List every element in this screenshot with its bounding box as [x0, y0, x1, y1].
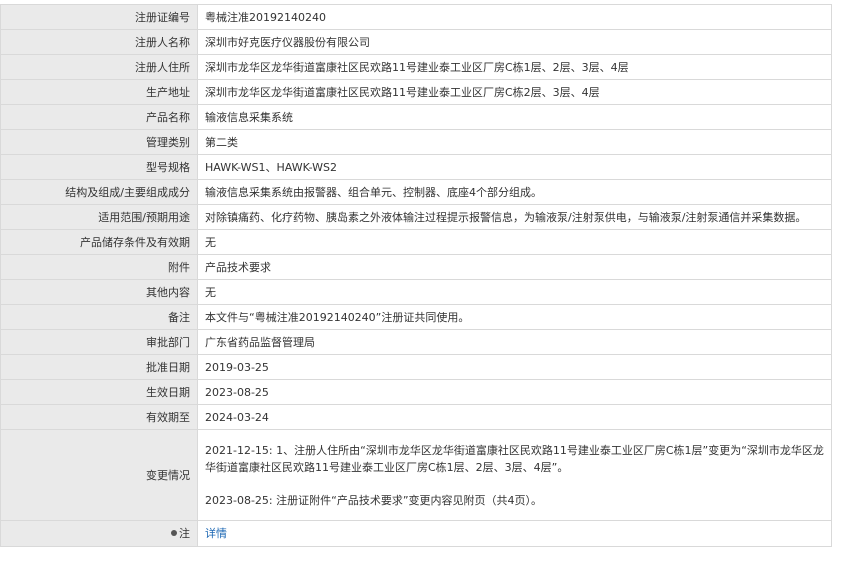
row-model-spec: 型号规格 HAWK-WS1、HAWK-WS2	[0, 154, 832, 180]
row-registrant-name: 注册人名称 深圳市好克医疗仪器股份有限公司	[0, 29, 832, 55]
row-note: 注 详情	[0, 520, 832, 547]
row-intended-use: 适用范围/预期用途 对除镇痛药、化疗药物、胰岛素之外液体输注过程提示报警信息，为…	[0, 204, 832, 230]
row-expiry-date: 有效期至 2024-03-24	[0, 404, 832, 430]
row-structure-composition: 结构及组成/主要组成成分 输液信息采集系统由报警器、组合单元、控制器、底座4个部…	[0, 179, 832, 205]
row-label: 生效日期	[0, 379, 198, 405]
row-production-address: 生产地址 深圳市龙华区龙华街道富康社区民欢路11号建业泰工业区厂房C栋2层、3层…	[0, 79, 832, 105]
row-label: 备注	[0, 304, 198, 330]
row-label: 适用范围/预期用途	[0, 204, 198, 230]
row-approval-department: 审批部门 广东省药品监督管理局	[0, 329, 832, 355]
row-change-history: 变更情况 2021-12-15: 1、注册人住所由“深圳市龙华区龙华街道富康社区…	[0, 429, 832, 521]
row-product-name: 产品名称 输液信息采集系统	[0, 104, 832, 130]
row-storage-validity: 产品储存条件及有效期 无	[0, 229, 832, 255]
row-label: 生产地址	[0, 79, 198, 105]
row-label: 附件	[0, 254, 198, 280]
details-link[interactable]: 详情	[205, 527, 227, 540]
row-value: 输液信息采集系统	[197, 104, 832, 130]
row-registration-number: 注册证编号 粤械注准20192140240	[0, 4, 832, 30]
row-value: 广东省药品监督管理局	[197, 329, 832, 355]
row-attachment: 附件 产品技术要求	[0, 254, 832, 280]
note-label: 注	[179, 527, 190, 540]
row-value: 2023-08-25	[197, 379, 832, 405]
row-value: 详情	[197, 520, 832, 547]
row-label: 注	[0, 520, 198, 547]
row-value: 粤械注准20192140240	[197, 4, 832, 30]
row-label: 产品名称	[0, 104, 198, 130]
row-label: 产品储存条件及有效期	[0, 229, 198, 255]
row-value: 深圳市龙华区龙华街道富康社区民欢路11号建业泰工业区厂房C栋2层、3层、4层	[197, 79, 832, 105]
change-history-content: 2021-12-15: 1、注册人住所由“深圳市龙华区龙华街道富康社区民欢路11…	[197, 429, 832, 521]
row-label: 管理类别	[0, 129, 198, 155]
change-entry: 2021-12-15: 1、注册人住所由“深圳市龙华区龙华街道富康社区民欢路11…	[205, 443, 824, 474]
row-value: HAWK-WS1、HAWK-WS2	[197, 154, 832, 180]
row-value: 对除镇痛药、化疗药物、胰岛素之外液体输注过程提示报警信息，为输液泵/注射泵供电，…	[197, 204, 832, 230]
registration-info-table: 注册证编号 粤械注准20192140240 注册人名称 深圳市好克医疗仪器股份有…	[0, 4, 832, 547]
row-label: 注册人名称	[0, 29, 198, 55]
row-value: 2024-03-24	[197, 404, 832, 430]
row-management-class: 管理类别 第二类	[0, 129, 832, 155]
row-remarks: 备注 本文件与“粤械注准20192140240”注册证共同使用。	[0, 304, 832, 330]
row-value: 深圳市好克医疗仪器股份有限公司	[197, 29, 832, 55]
row-approval-date: 批准日期 2019-03-25	[0, 354, 832, 380]
row-other-content: 其他内容 无	[0, 279, 832, 305]
row-value: 本文件与“粤械注准20192140240”注册证共同使用。	[197, 304, 832, 330]
row-value: 无	[197, 279, 832, 305]
change-entry: 2023-08-25: 注册证附件“产品技术要求”变更内容见附页（共4页）。	[205, 493, 543, 507]
row-value: 2019-03-25	[197, 354, 832, 380]
row-label: 变更情况	[0, 429, 198, 521]
row-label: 有效期至	[0, 404, 198, 430]
row-value: 深圳市龙华区龙华街道富康社区民欢路11号建业泰工业区厂房C栋1层、2层、3层、4…	[197, 54, 832, 80]
row-effective-date: 生效日期 2023-08-25	[0, 379, 832, 405]
row-value: 无	[197, 229, 832, 255]
row-label: 注册人住所	[0, 54, 198, 80]
row-label: 审批部门	[0, 329, 198, 355]
row-registrant-address: 注册人住所 深圳市龙华区龙华街道富康社区民欢路11号建业泰工业区厂房C栋1层、2…	[0, 54, 832, 80]
row-label: 其他内容	[0, 279, 198, 305]
row-value: 输液信息采集系统由报警器、组合单元、控制器、底座4个部分组成。	[197, 179, 832, 205]
row-label: 结构及组成/主要组成成分	[0, 179, 198, 205]
row-label: 批准日期	[0, 354, 198, 380]
row-label: 注册证编号	[0, 4, 198, 30]
row-value: 产品技术要求	[197, 254, 832, 280]
row-label: 型号规格	[0, 154, 198, 180]
pin-icon	[171, 530, 177, 536]
row-value: 第二类	[197, 129, 832, 155]
